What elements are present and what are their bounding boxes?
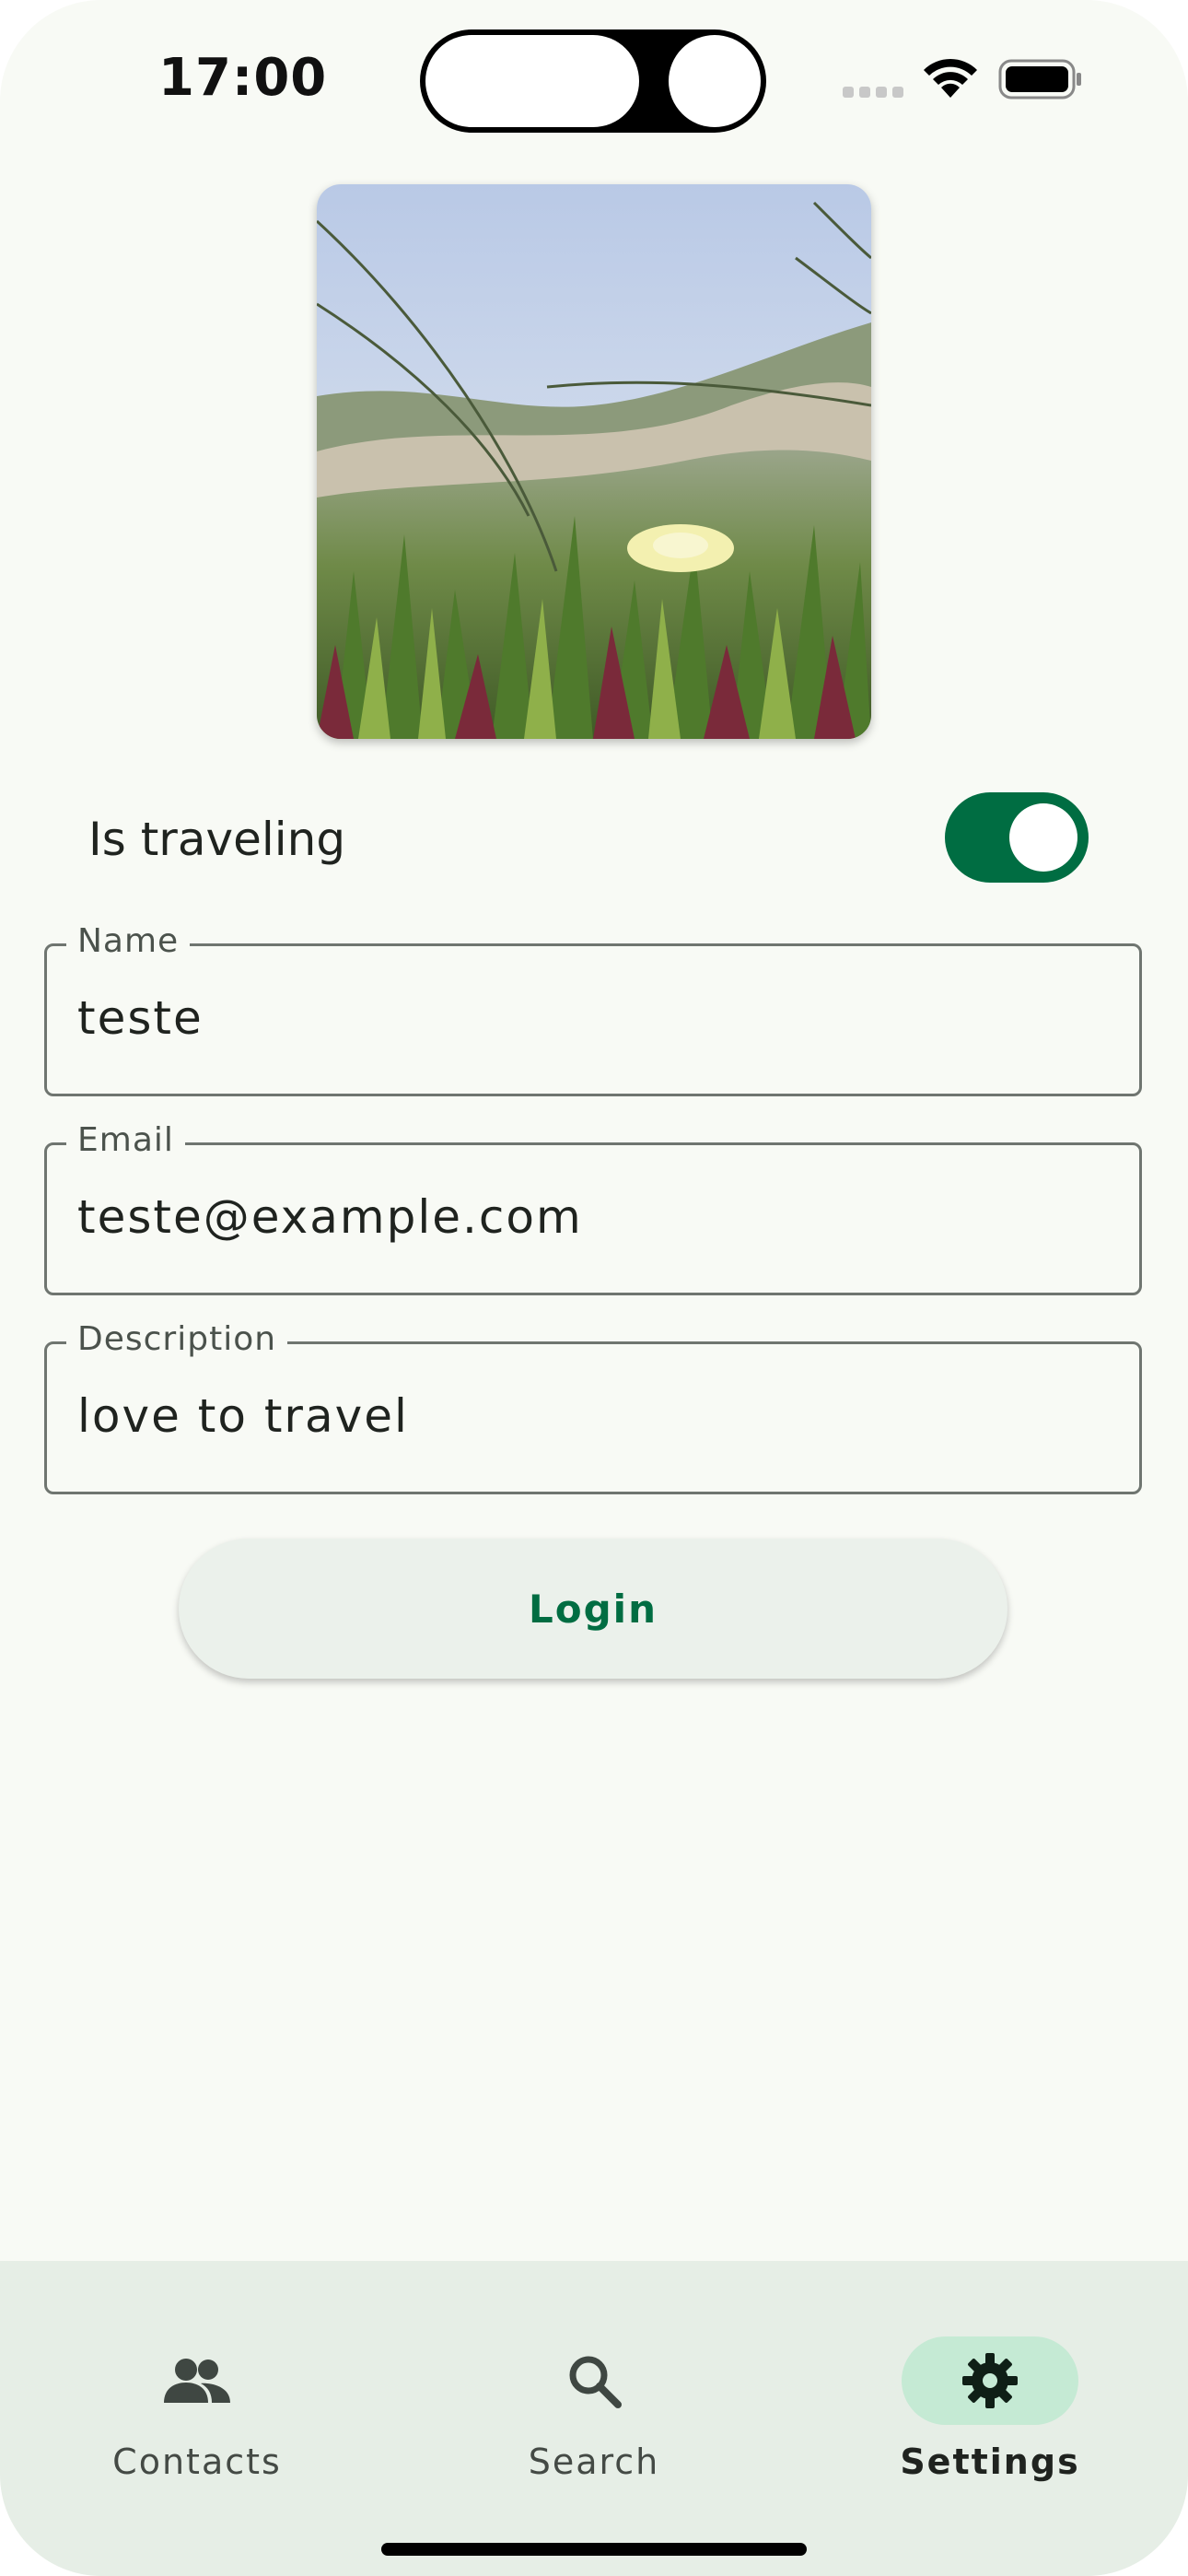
name-field-border <box>44 943 1142 1096</box>
nav-item-settings[interactable]: Settings <box>852 2298 1128 2482</box>
nav-contacts-icon-wrap <box>109 2336 285 2425</box>
nav-label-search: Search <box>528 2441 660 2482</box>
toggle-knob <box>1009 803 1077 872</box>
people-icon <box>164 2359 230 2403</box>
bottom-navigation-bar: Contacts Search Settings <box>0 2261 1188 2576</box>
home-indicator <box>381 2543 807 2556</box>
name-field-label: Name <box>66 921 191 962</box>
nav-label-contacts: Contacts <box>112 2441 282 2482</box>
email-field[interactable]: Email teste@example.com <box>44 1120 1142 1295</box>
is-traveling-label: Is traveling <box>88 813 346 866</box>
nav-item-contacts[interactable]: Contacts <box>59 2298 335 2482</box>
search-icon <box>569 2356 622 2408</box>
name-field[interactable]: Name teste <box>44 921 1142 1096</box>
wifi-icon <box>924 58 977 98</box>
gear-icon <box>962 2353 1018 2408</box>
status-time: 17:00 <box>158 48 328 108</box>
nav-settings-icon-wrap <box>902 2336 1078 2425</box>
description-field[interactable]: Description love to travel <box>44 1319 1142 1494</box>
email-field-value[interactable]: teste@example.com <box>77 1190 583 1244</box>
nav-search-icon-wrap <box>506 2336 682 2425</box>
landscape-photo-image <box>317 184 871 739</box>
nav-item-search[interactable]: Search <box>456 2298 732 2482</box>
is-traveling-toggle[interactable] <box>945 792 1089 883</box>
dynamic-island <box>420 29 766 133</box>
app-screen: 17:00 Is traveling Name teste Email test… <box>0 0 1188 2576</box>
nav-label-settings: Settings <box>900 2441 1080 2482</box>
name-field-value[interactable]: teste <box>77 991 204 1045</box>
description-field-value[interactable]: love to travel <box>77 1389 409 1443</box>
battery-icon <box>998 59 1081 100</box>
dynamic-island-pill <box>425 35 639 127</box>
dynamic-island-circle <box>669 35 761 127</box>
description-field-label: Description <box>66 1319 288 1360</box>
login-button[interactable]: Login <box>179 1539 1007 1679</box>
cellular-signal-icon <box>843 87 903 98</box>
email-field-label: Email <box>66 1120 185 1161</box>
profile-photo[interactable] <box>317 184 871 739</box>
